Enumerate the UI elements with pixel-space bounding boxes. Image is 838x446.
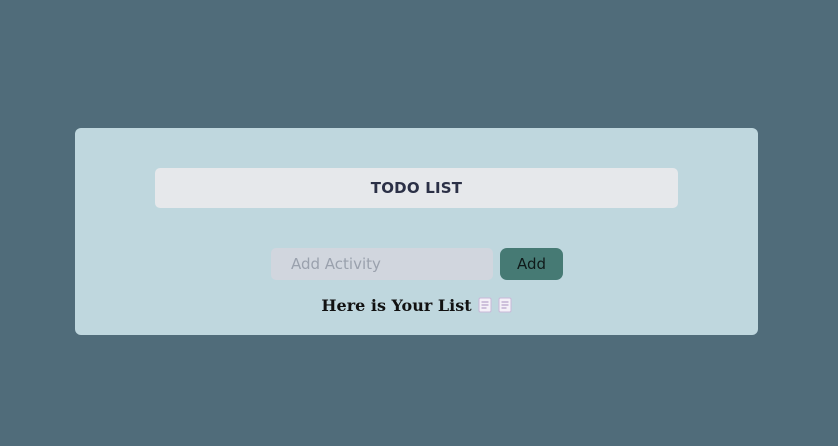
add-button[interactable]: Add bbox=[500, 248, 563, 280]
list-heading-text: Here is Your List bbox=[321, 296, 472, 315]
page-title: TODO LIST bbox=[370, 179, 463, 197]
list-heading: Here is Your List bbox=[75, 296, 758, 317]
title-bar: TODO LIST bbox=[155, 168, 678, 208]
page-icon bbox=[478, 297, 492, 317]
page-icon bbox=[498, 297, 512, 317]
todo-card: TODO LIST Add Here is Your List bbox=[75, 128, 758, 335]
activity-input[interactable] bbox=[271, 248, 493, 280]
